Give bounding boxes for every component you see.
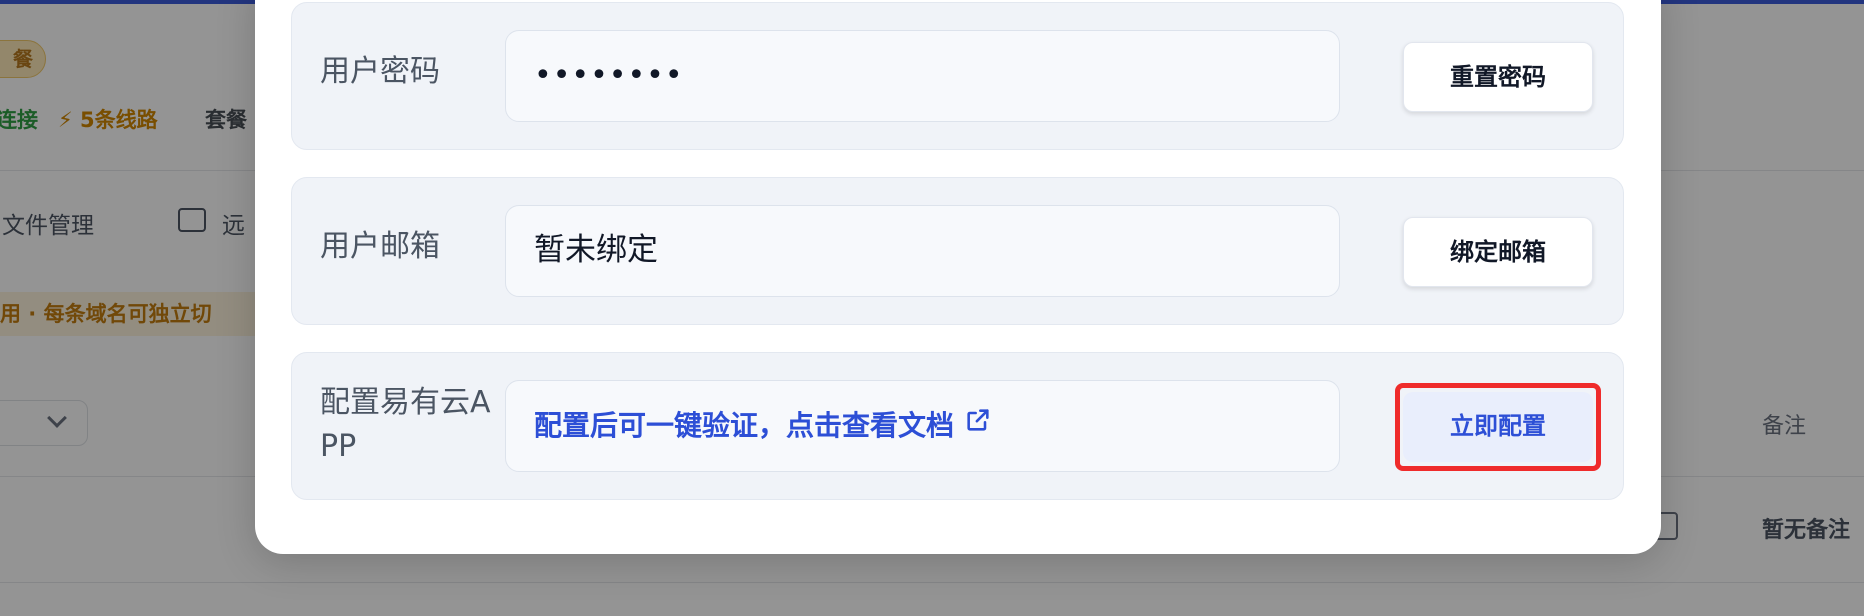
nav-file-manager[interactable]: 文件管理	[2, 206, 94, 240]
external-link-icon[interactable]	[964, 380, 992, 469]
app-config-label: 配置易有云APP	[320, 385, 491, 464]
plan-badge: 餐	[0, 40, 46, 78]
email-field: 暂未绑定	[505, 205, 1340, 297]
bind-email-button[interactable]: 绑定邮箱	[1403, 217, 1593, 287]
plan-label: 套餐	[205, 108, 247, 132]
email-row: 用户邮箱 暂未绑定 绑定邮箱	[291, 177, 1624, 325]
nav-remote[interactable]: 远	[222, 206, 245, 240]
app-doc-link[interactable]: 配置后可一键验证，点击查看文档	[534, 409, 954, 442]
filter-select[interactable]	[0, 400, 88, 446]
table-cell-remark: 暂无备注	[1762, 518, 1851, 543]
connection-status: 连接	[0, 108, 38, 132]
password-field: ••••••••	[505, 30, 1340, 122]
email-label: 用户邮箱	[320, 229, 440, 264]
column-header-remark: 备注	[1762, 414, 1807, 439]
monitor-icon	[178, 208, 206, 232]
password-row: 用户密码 •••••••• 重置密码	[291, 2, 1624, 150]
lines-count: ⚡ 5条线路	[58, 108, 158, 132]
app-config-row: 配置易有云APP 配置后可一键验证，点击查看文档 立即配置	[291, 352, 1624, 500]
password-label: 用户密码	[320, 54, 440, 89]
divider	[0, 582, 1864, 583]
account-settings-modal: 用户密码 •••••••• 重置密码 用户邮箱 暂未绑定 绑定邮箱 配置易有云A…	[255, 0, 1661, 554]
configure-now-button[interactable]: 立即配置	[1403, 392, 1593, 462]
reset-password-button[interactable]: 重置密码	[1403, 42, 1593, 112]
app-doc-link-field[interactable]: 配置后可一键验证，点击查看文档	[505, 380, 1340, 472]
